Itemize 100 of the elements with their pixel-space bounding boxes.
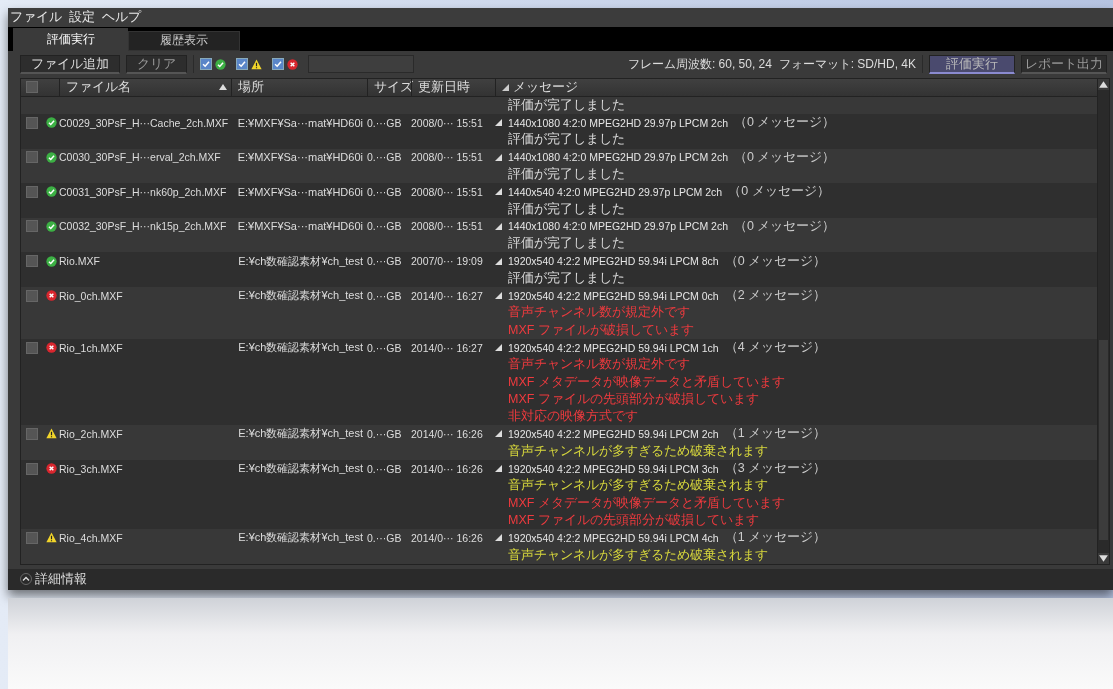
row-checkbox[interactable] [26,185,38,198]
message-count: （0 メッセージ） [734,114,836,132]
modified-date: 2008/0··· 15:51 [411,151,483,164]
message-count: （0 メッセージ） [728,183,830,201]
message-text: 非対応の映像方式です [508,408,638,426]
modified-date: 2014/0··· 16:26 [411,531,483,544]
menu-item[interactable]: 設定 [69,9,95,27]
message-text: 評価が完了しました [508,269,625,287]
file-size: 0.···GB [367,428,402,440]
expand-triangle-icon[interactable] [495,153,502,161]
row-checkbox[interactable] [26,255,38,267]
expand-triangle-icon[interactable] [495,119,502,127]
file-location: E:¥ch数確認素材¥ch_test [238,426,363,442]
format-text: 1920x540 4:2:2 MPEG2HD 59.94i LPCM 2ch [508,428,719,440]
file-size: 0.···GB [367,116,402,129]
column-header[interactable]: 更新日時 [418,78,470,96]
expand-triangle-icon[interactable] [495,222,502,230]
row-checkbox[interactable] [26,151,38,164]
file-location: E:¥MXF¥Sa···mat¥HD60i [237,220,363,233]
message-count: （1 メッセージ） [724,425,827,443]
checkbox[interactable] [272,58,284,71]
message-count: （2 メッセージ） [724,287,827,305]
menu-item[interactable]: ファイル [10,9,62,27]
message-count: （3 メッセージ） [724,460,827,478]
message-text: 評価が完了しました [508,166,625,184]
message-text: 評価が完了しました [508,235,625,253]
row-checkbox[interactable] [26,289,38,302]
format-info: フレーム周波数: 60, 50, 24 フォーマット: SD/HD, 4K [627,55,916,73]
expand-triangle-icon[interactable] [495,344,502,351]
format-text: 1920x540 4:2:2 MPEG2HD 59.94i LPCM 0ch [508,289,719,302]
file-location: E:¥ch数確認素材¥ch_test [238,288,363,304]
scrollbar[interactable] [1097,78,1109,564]
file-name: Rio_3ch.MXF [59,462,123,475]
file-size: 0.···GB [367,185,402,198]
row-checkbox[interactable] [26,341,38,354]
expand-triangle-icon[interactable] [495,534,502,542]
file-location: E:¥ch数確認素材¥ch_test [238,340,363,355]
modified-date: 2014/0··· 16:26 [411,428,483,440]
scroll-down-icon[interactable] [1098,552,1109,564]
expand-triangle-icon[interactable] [495,292,502,300]
format-text: 1920x540 4:2:2 MPEG2HD 59.94i LPCM 4ch [508,531,719,544]
row-checkbox[interactable] [26,116,38,129]
modified-date: 2014/0··· 16:27 [411,341,483,354]
message-text: MXF メタデータが映像データと矛盾しています [508,373,785,391]
tab[interactable]: 評価実行 [13,27,128,51]
column-header[interactable]: サイズ [374,78,413,96]
message-text: MXF メタデータが映像データと矛盾しています [508,494,785,512]
message-text: MXF ファイルの先頭部分が破損しています [508,511,759,529]
file-size: 0.···GB [367,341,402,354]
modified-date: 2007/0··· 19:09 [411,255,483,267]
file-name: Rio.MXF [59,255,100,267]
modified-date: 2008/0··· 15:51 [411,116,483,129]
message-count: （4 メッセージ） [724,339,827,356]
add-file-button[interactable]: ファイル追加 [20,54,120,74]
file-name: Rio_4ch.MXF [59,531,123,544]
file-name: Rio_0ch.MXF [59,289,123,302]
expand-triangle-icon[interactable] [495,465,502,473]
row-checkbox[interactable] [26,531,38,544]
message-text: 評価が完了しました [508,131,625,149]
expand-triangle-icon[interactable] [495,188,502,196]
file-location: E:¥ch数確認素材¥ch_test [238,530,363,546]
column-header[interactable]: メッセージ [513,78,578,96]
file-location: E:¥MXF¥Sa···mat¥HD60i [237,151,363,164]
file-size: 0.···GB [367,151,402,164]
run-button[interactable]: 評価実行 [929,54,1015,74]
format-text: 1440x1080 4:2:0 MPEG2HD 29.97p LPCM 2ch [508,220,729,233]
row-checkbox[interactable] [26,428,38,440]
menu-item[interactable]: ヘルプ [102,9,141,27]
row-checkbox[interactable] [26,462,38,475]
message-text: MXF ファイルの先頭部分が破損しています [508,390,759,408]
details-toggle[interactable]: 詳細情報 [20,570,87,588]
message-text: 音声チャンネルが多すぎるため破棄されます [508,442,768,460]
file-name: C0029_30PsF_H···Cache_2ch.MXF [59,116,229,129]
expand-triangle-icon[interactable] [502,83,509,91]
message-count: （0 メッセージ） [734,217,836,235]
sort-ascending-icon[interactable] [219,84,227,91]
modified-date: 2014/0··· 16:27 [411,289,483,302]
column-header[interactable]: ファイル名 [66,78,131,96]
file-size: 0.···GB [367,462,402,475]
file-name: C0030_30PsF_H···erval_2ch.MXF [59,151,221,164]
column-header[interactable]: 場所 [238,78,264,96]
scrollbar-thumb[interactable] [1099,339,1108,540]
message-text: 評価が完了しました [508,200,625,218]
expand-triangle-icon[interactable] [495,257,502,265]
file-name: C0032_30PsF_H···nk15p_2ch.MXF [59,220,227,233]
scroll-up-icon[interactable] [1098,78,1109,90]
expand-triangle-icon[interactable] [495,430,502,438]
format-text: 1440x1080 4:2:0 MPEG2HD 29.97p LPCM 2ch [508,116,729,129]
row-checkbox[interactable] [26,220,38,233]
select-all-checkbox[interactable] [26,81,38,94]
modified-date: 2008/0··· 15:51 [411,220,483,233]
file-size: 0.···GB [367,255,402,267]
message-text: 音声チャンネル数が規定外です [508,356,690,374]
message-count: （1 メッセージ） [724,529,827,547]
file-location: E:¥ch数確認素材¥ch_test [238,253,363,269]
tab[interactable]: 履歴表示 [128,30,240,51]
file-location: E:¥MXF¥Sa···mat¥HD60i [237,116,363,129]
message-text: 音声チャンネルが多すぎるため破棄されます [508,546,768,564]
checkbox[interactable] [200,58,212,71]
checkbox[interactable] [236,58,248,71]
